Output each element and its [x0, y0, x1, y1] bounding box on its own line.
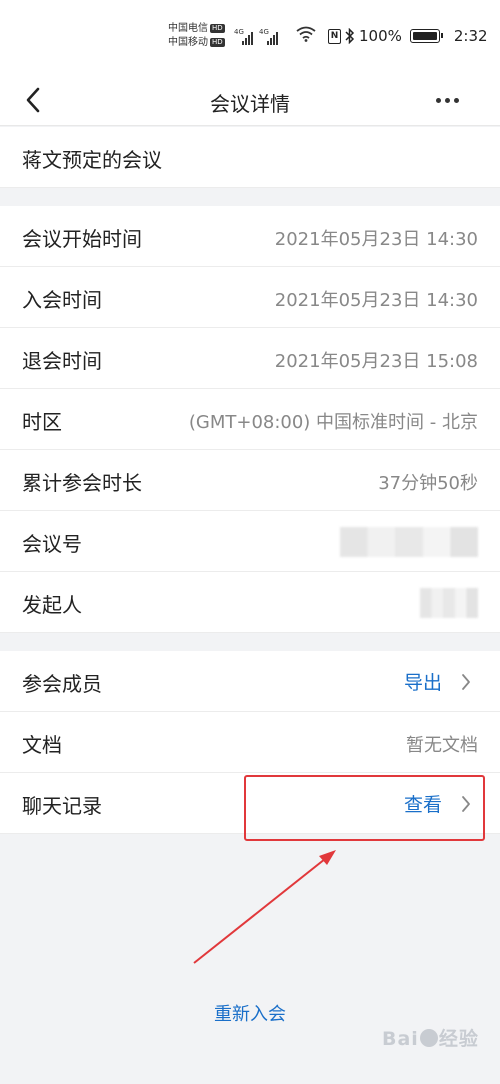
arrow-annotation [193, 850, 336, 964]
navigation-bar: 会议详情 [0, 74, 500, 126]
detail-value: 2021年05月23日 14:30 [274, 290, 478, 311]
action-label: 聊天记录 [22, 794, 102, 818]
documents-row: 文档 暂无文档 [0, 712, 500, 773]
detail-row-leave-time: 退会时间 2021年05月23日 15:08 [0, 328, 500, 389]
detail-row-timezone: 时区 (GMT+08:00) 中国标准时间 - 北京 [0, 389, 500, 450]
watermark-text: Bai [382, 1028, 419, 1050]
redacted-value [340, 527, 478, 557]
detail-label: 累计参会时长 [22, 471, 142, 495]
chevron-right-icon [462, 674, 470, 690]
battery-percent: 100% [359, 27, 402, 45]
detail-label: 退会时间 [22, 349, 102, 373]
hd-badge: HD [210, 24, 225, 33]
paw-icon [419, 1029, 438, 1047]
meeting-title: 蒋文预定的会议 [22, 148, 162, 172]
clock: 2:32 [453, 27, 488, 45]
bluetooth-icon [345, 28, 355, 44]
documents-value: 暂无文档 [406, 735, 478, 756]
detail-row-start-time: 会议开始时间 2021年05月23日 14:30 [0, 206, 500, 267]
carrier-1: 中国电信 [168, 23, 208, 34]
rejoin-button[interactable]: 重新入会 [0, 1000, 500, 1026]
detail-label: 入会时间 [22, 288, 102, 312]
status-bar: 中国电信 HD 中国移动 HD 4G 4G N 100% 2:32 [0, 0, 500, 74]
detail-value: 37分钟50秒 [378, 473, 478, 494]
export-link[interactable]: 导出 [404, 668, 442, 695]
detail-label: 会议号 [22, 532, 82, 556]
detail-row-join-time: 入会时间 2021年05月23日 14:30 [0, 267, 500, 328]
carrier-info: 中国电信 HD 中国移动 HD [168, 22, 225, 50]
more-dots-icon[interactable] [436, 98, 459, 103]
action-label: 文档 [22, 733, 62, 757]
detail-value: (GMT+08:00) 中国标准时间 - 北京 [188, 412, 478, 433]
nfc-icon: N [328, 28, 341, 44]
page-title: 会议详情 [210, 92, 290, 116]
detail-row-duration: 累计参会时长 37分钟50秒 [0, 450, 500, 511]
highlight-box [244, 775, 485, 841]
signal-icon: 4G 4G [234, 27, 278, 45]
detail-label: 会议开始时间 [22, 227, 142, 251]
battery-icon [409, 29, 443, 43]
detail-row-meeting-id: 会议号 [0, 511, 500, 572]
carrier-2: 中国移动 [168, 37, 208, 48]
detail-label: 时区 [22, 410, 62, 434]
detail-value: 2021年05月23日 15:08 [274, 351, 478, 372]
detail-row-host: 发起人 [0, 572, 500, 633]
detail-label: 发起人 [22, 593, 82, 617]
participants-row[interactable]: 参会成员 导出 [0, 651, 500, 712]
wifi-icon [296, 26, 316, 42]
status-right: N 100% 2:32 [328, 26, 488, 46]
detail-value: 2021年05月23日 14:30 [274, 229, 478, 250]
action-label: 参会成员 [22, 672, 102, 696]
network-type: 4G [234, 28, 244, 36]
meeting-title-row: 蒋文预定的会议 [0, 127, 500, 188]
network-type: 4G [259, 28, 269, 36]
redacted-value [420, 588, 478, 618]
hd-badge: HD [210, 38, 225, 47]
watermark-text: 经验 [438, 1028, 479, 1050]
watermark-logo: Bai 经验 [382, 1024, 482, 1068]
